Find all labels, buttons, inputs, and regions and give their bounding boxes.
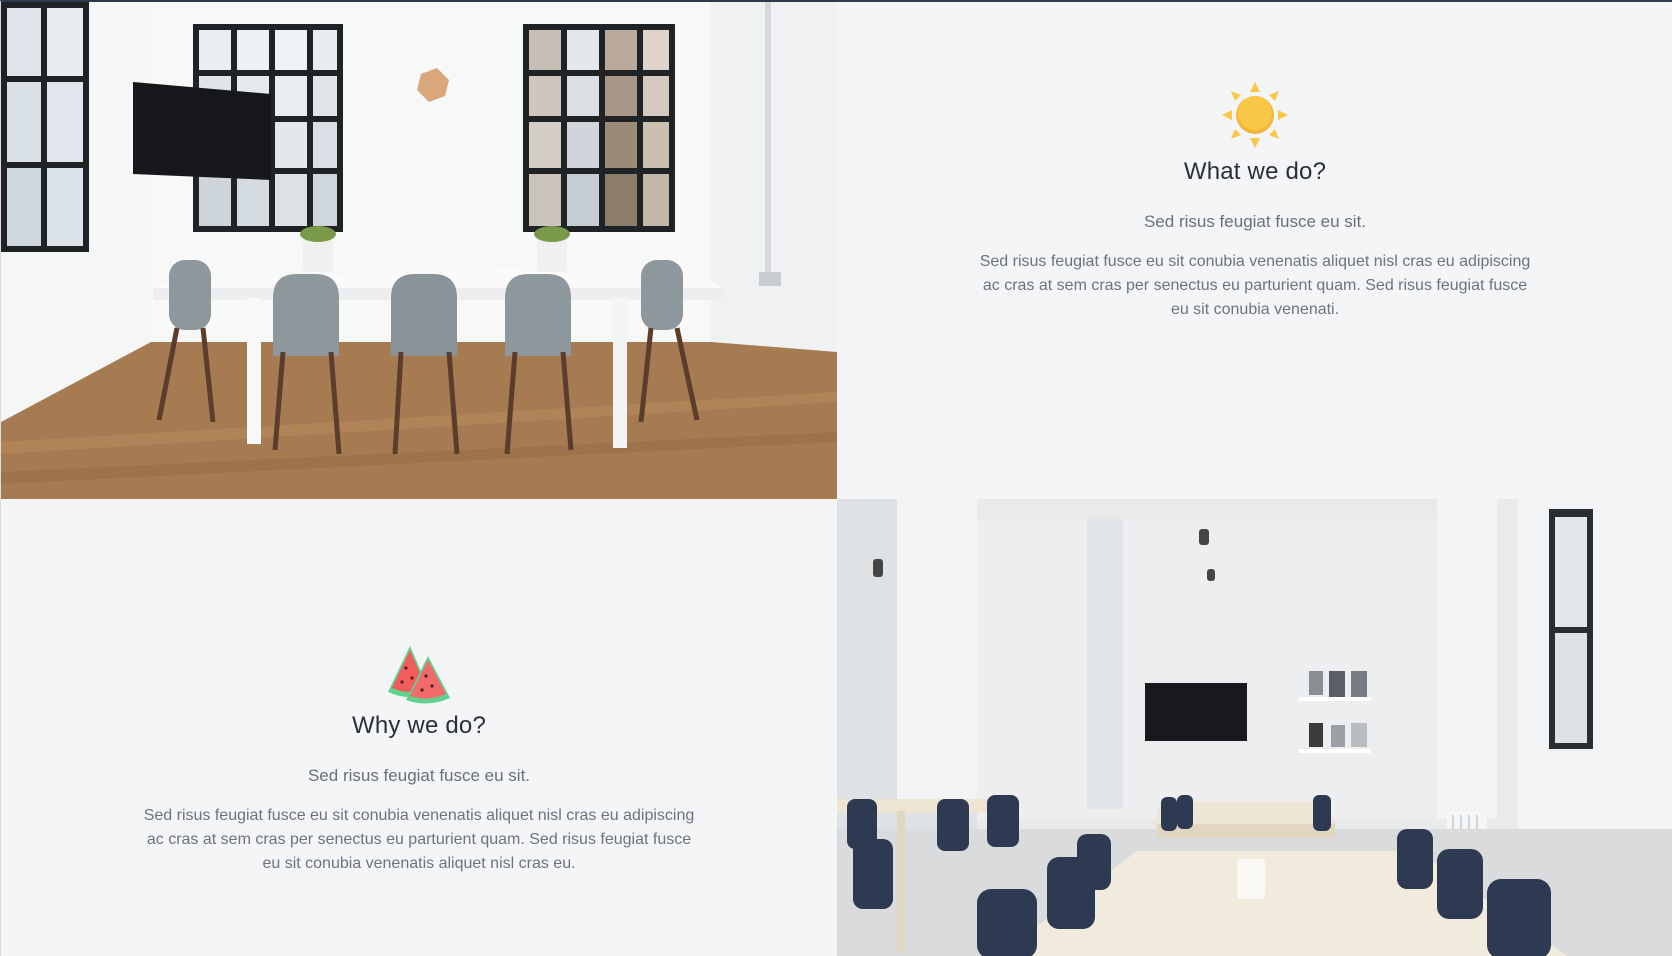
watermelon-icon: [388, 646, 450, 704]
sun-icon: [1222, 82, 1288, 148]
what-we-do-title: What we do?: [1183, 158, 1327, 185]
meeting-room-photo-2: [837, 499, 1672, 956]
what-we-do-body: Sed risus feugiat fusce eu sit conubia v…: [979, 253, 1531, 318]
why-we-do-section: Why we do? Sed risus feugiat fusce eu si…: [1, 499, 837, 956]
meeting-room-photo-1: [1, 2, 837, 499]
page: What we do? Sed risus feugiat fusce eu s…: [0, 0, 1672, 956]
why-we-do-subtitle: Sed risus feugiat fusce eu sit.: [307, 766, 531, 785]
what-we-do-subtitle: Sed risus feugiat fusce eu sit.: [1143, 212, 1367, 231]
feature-grid: What we do? Sed risus feugiat fusce eu s…: [1, 2, 1672, 956]
why-we-do-body: Sed risus feugiat fusce eu sit conubia v…: [143, 807, 695, 872]
why-we-do-title: Why we do?: [351, 712, 487, 739]
what-we-do-section: What we do? Sed risus feugiat fusce eu s…: [837, 2, 1672, 499]
